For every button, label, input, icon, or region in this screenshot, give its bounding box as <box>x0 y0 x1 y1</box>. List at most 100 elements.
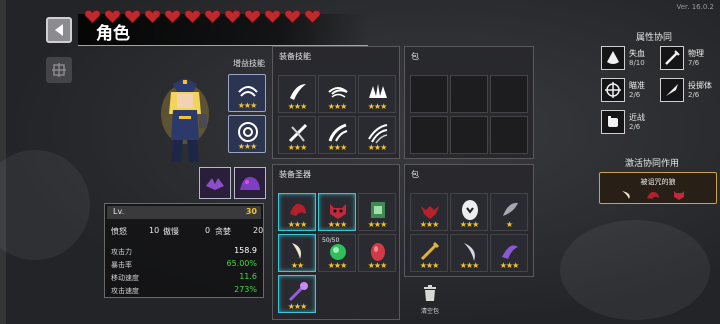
stats-panel: Lv. 30 愤怒 10 傲慢 0 贪婪 20 攻击力 158.9 暴击率 65… <box>104 203 264 298</box>
star-rating: ★★★ <box>459 220 480 229</box>
panel-title: 包 <box>411 52 419 61</box>
attr-row-attack-speed: 攻击速度 273% <box>111 285 257 296</box>
synergy-melee[interactable]: 近战 2/6 <box>601 110 655 136</box>
synergy-projectile[interactable]: 投掷体 2/6 <box>660 78 714 104</box>
equip-skill-slot-5[interactable]: ★★★ <box>318 116 356 154</box>
equip-skill-slot-6[interactable]: ★★★ <box>358 116 396 154</box>
attr-label: 暴击率 <box>111 261 132 269</box>
synergy-physical[interactable]: 物理 7/6 <box>660 46 714 72</box>
star-rating: ★★★ <box>327 102 348 111</box>
star-rating: ★★★ <box>287 302 308 311</box>
slash-white-icon <box>290 84 306 100</box>
equip-skill-slot-1[interactable]: ★★★ <box>278 75 316 113</box>
gear-icon <box>52 63 66 77</box>
equip-skill-slot-4[interactable]: ★★★ <box>278 116 316 154</box>
demon-mask-icon <box>674 191 684 200</box>
synergy-name: 瞄准 <box>629 81 645 90</box>
active-set-name: 被诅咒的狼 <box>640 178 676 186</box>
heart-icon <box>244 9 261 24</box>
buff-skill-heading: 增益技能 <box>233 59 265 68</box>
skill-bag-slot-3[interactable] <box>490 75 528 113</box>
relic-bag-slot-4[interactable]: ★★★ <box>410 234 448 272</box>
vice-label-wrath: 愤怒 <box>111 227 127 236</box>
attr-row-crit: 暴击率 65.00% <box>111 259 257 270</box>
buff-skill-slot-2[interactable]: ★★★ <box>228 115 266 153</box>
synergy-name: 近战 <box>629 113 645 122</box>
target-circle-icon <box>238 122 258 142</box>
attr-value: 11.6 <box>239 272 257 281</box>
synergy-aim[interactable]: 瞄准 2/6 <box>601 78 655 104</box>
relic-slot-6[interactable]: ★★★ <box>358 234 396 272</box>
clear-bag-button[interactable]: 清空包 <box>419 285 441 315</box>
fang-icon <box>292 243 301 259</box>
level-label: Lv. <box>113 207 125 216</box>
green-tome-icon <box>371 202 385 218</box>
cross-slash-icon <box>288 123 308 143</box>
back-arrow-icon <box>55 24 63 36</box>
relic-bag-slot-1[interactable]: ★★★ <box>410 193 448 231</box>
star-rating: ★★★ <box>367 102 388 111</box>
stack-count: 50/50 <box>322 237 340 244</box>
relic-bag-panel: 包 ★★★ ★★★ ★ ★★★ ★★★ ★★★ <box>404 164 534 277</box>
relic-bag-slot-5[interactable]: ★★★ <box>450 234 488 272</box>
skill-bag-slot-2[interactable] <box>450 75 488 113</box>
page-title: 角色 <box>96 24 130 44</box>
synergy-name: 投掷体 <box>688 81 712 90</box>
attr-label: 攻击力 <box>111 248 132 256</box>
attr-label: 攻击速度 <box>111 287 139 295</box>
synergy-name: 失血 <box>629 49 645 58</box>
relic-slot-1[interactable]: ★★★ <box>278 193 316 231</box>
attr-value: 65.00% <box>226 259 257 268</box>
version-label: Ver. 16.0.2 <box>676 3 714 11</box>
star-rating: ★★★ <box>287 143 308 152</box>
pet-slot-1[interactable] <box>199 167 231 199</box>
synergy-count: 2/6 <box>688 91 700 99</box>
back-button[interactable] <box>46 17 72 43</box>
heart-icon <box>304 9 321 24</box>
activate-synergy-title: 激活协同作用 <box>625 159 680 169</box>
star-rating: ★★★ <box>419 220 440 229</box>
relic-slot-7[interactable]: ★★★ <box>278 275 316 313</box>
star-rating: ★★★ <box>287 102 308 111</box>
relic-bag-slot-3[interactable]: ★ <box>490 193 528 231</box>
heart-icon <box>164 9 181 24</box>
buff-skill-slot-1[interactable]: ★★★ <box>228 74 266 112</box>
relic-bag-slot-6[interactable]: ★★★ <box>490 234 528 272</box>
active-set-card[interactable]: 被诅咒的狼 <box>599 172 717 204</box>
crosshair-icon <box>601 78 625 102</box>
attr-row-attack: 攻击力 158.9 <box>111 246 257 257</box>
relic-slot-2[interactable]: ★★★ <box>318 193 356 231</box>
relic-bag-slot-2[interactable]: ★★★ <box>450 193 488 231</box>
purple-beast-icon <box>240 176 260 190</box>
star-rating: ★ <box>505 220 513 229</box>
equip-skill-slot-3[interactable]: ★★★ <box>358 75 396 113</box>
relic-slot-3[interactable]: ★★★ <box>358 193 396 231</box>
swirl-wind-icon <box>328 87 348 98</box>
pet-slot-2[interactable] <box>234 167 266 199</box>
skill-bag-slot-6[interactable] <box>490 116 528 154</box>
skill-bag-slot-1[interactable] <box>410 75 448 113</box>
skill-bag-slot-4[interactable] <box>410 116 448 154</box>
fang-icon <box>622 191 630 199</box>
equip-skill-slot-2[interactable]: ★★★ <box>318 75 356 113</box>
synergy-bleed[interactable]: 失血 8/10 <box>601 46 655 72</box>
active-set-icons <box>620 190 686 200</box>
skill-bag-slot-5[interactable] <box>450 116 488 154</box>
fist-icon <box>601 110 625 134</box>
star-rating: ★★★ <box>419 261 440 270</box>
synergy-count: 8/10 <box>629 59 645 67</box>
level-value: 30 <box>245 207 257 216</box>
red-claw-icon <box>290 203 306 216</box>
blood-drop-icon <box>601 46 625 70</box>
settings-button[interactable] <box>46 57 72 83</box>
synergy-name: 物理 <box>688 49 704 58</box>
star-rating: ★★★ <box>367 143 388 152</box>
relic-slot-4[interactable]: ★★ <box>278 234 316 272</box>
star-rating: ★★★ <box>459 261 480 270</box>
synergy-count: 7/6 <box>688 59 700 67</box>
purple-bat-icon <box>206 178 224 190</box>
heart-icon <box>144 9 161 24</box>
heart-icon <box>284 9 301 24</box>
curved-blade-icon <box>464 243 475 261</box>
star-rating: ★★★ <box>499 261 520 270</box>
